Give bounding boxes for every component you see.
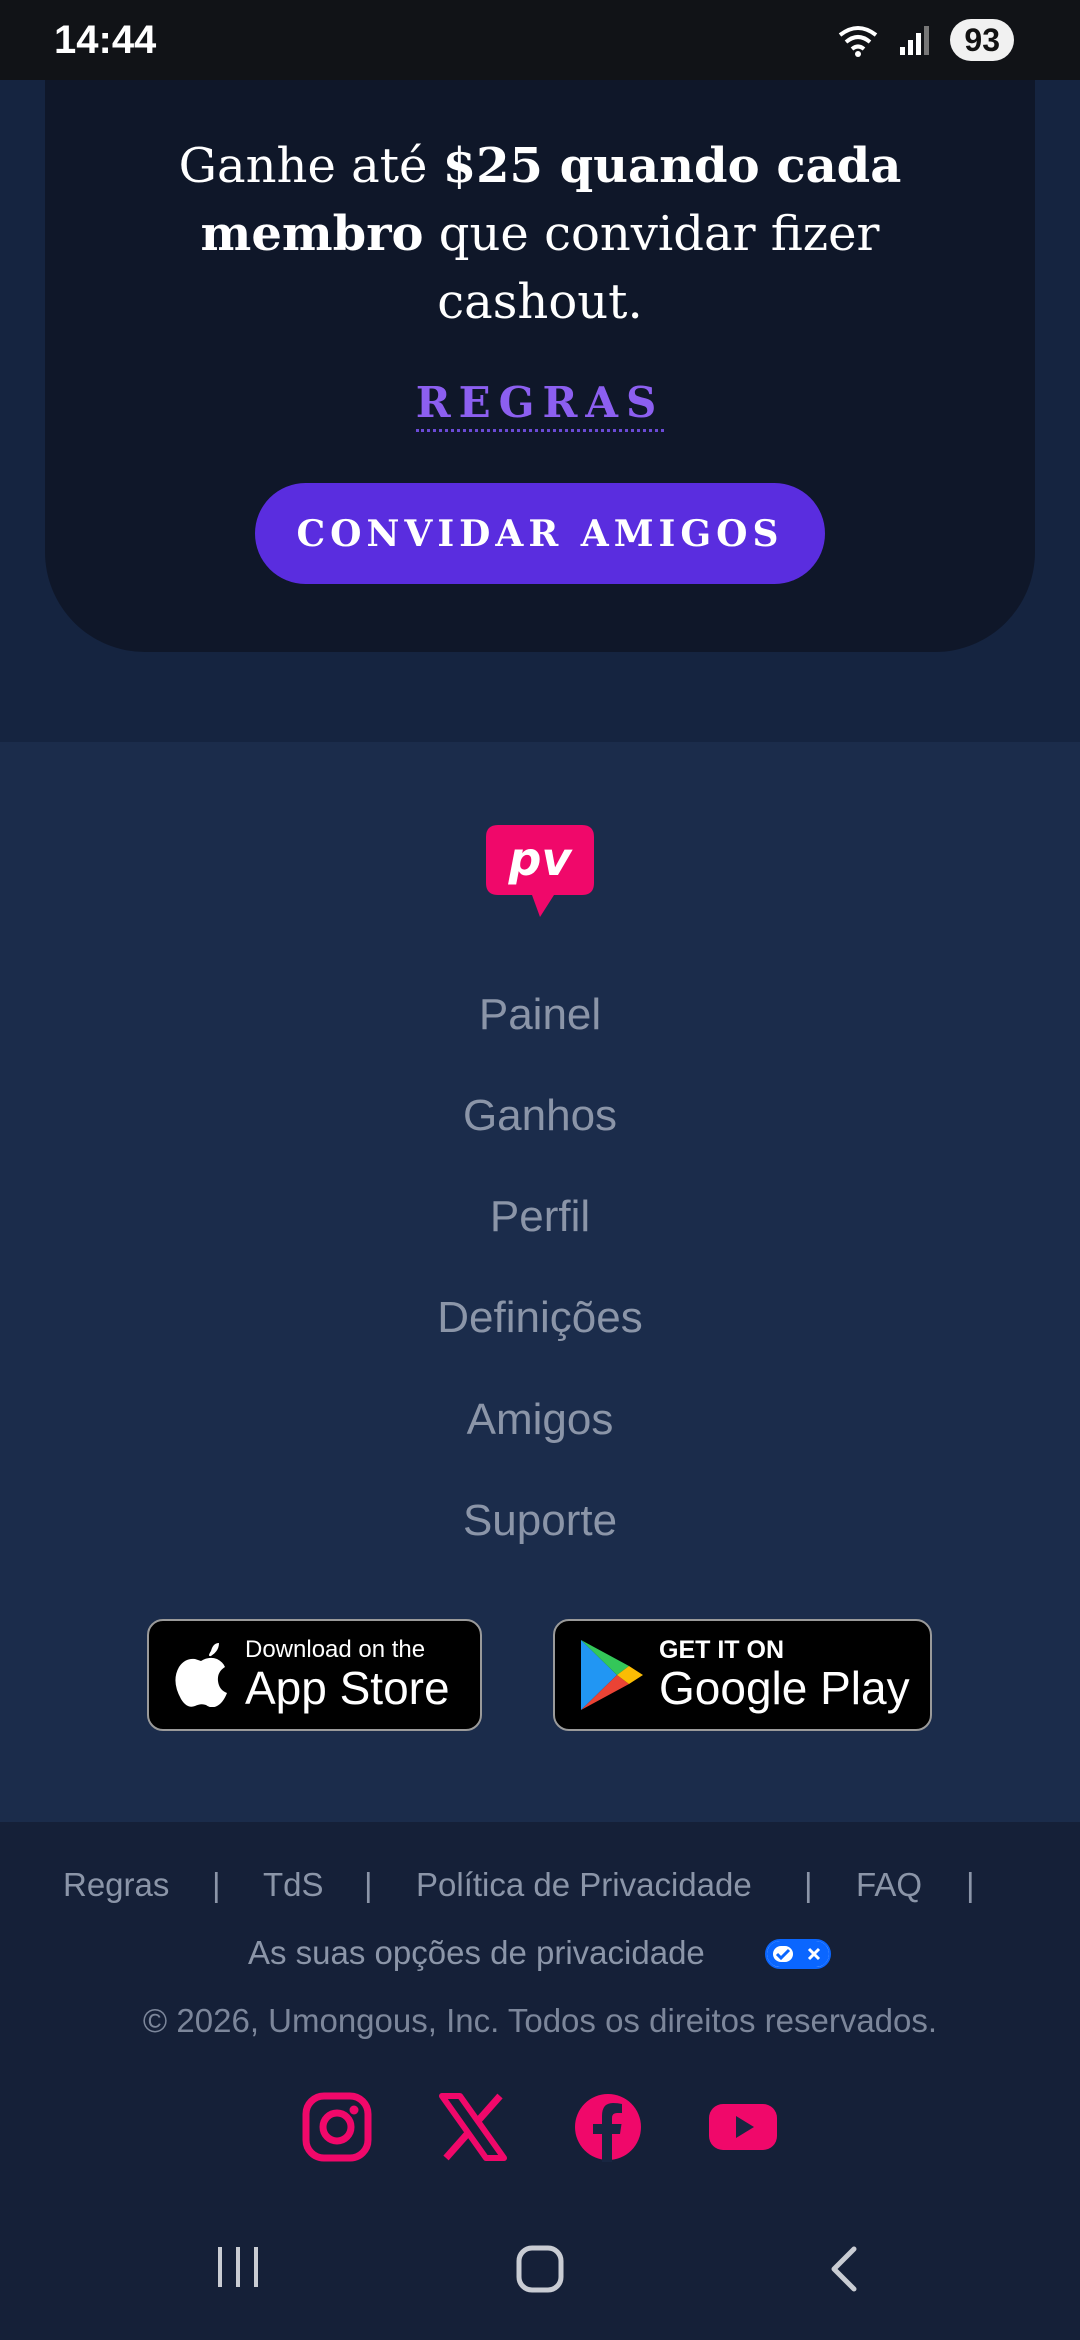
- google-play-small-text: GET IT ON: [659, 1636, 784, 1664]
- footer-nav-perfil[interactable]: Perfil: [0, 1192, 1080, 1242]
- app-store-text: Download on the App Store: [245, 1636, 450, 1714]
- app-store-badge[interactable]: Download on the App Store: [147, 1619, 482, 1731]
- google-play-icon: [581, 1640, 643, 1710]
- invite-friends-button[interactable]: CONVIDAR AMIGOS: [255, 483, 825, 584]
- google-play-text: GET IT ON Google Play: [659, 1637, 910, 1713]
- facebook-icon[interactable]: [573, 2092, 643, 2162]
- copyright: © 2026, Umongous, Inc. Todos os direitos…: [142, 2002, 938, 2039]
- svg-text:pv: pv: [508, 832, 574, 886]
- youtube-icon[interactable]: [708, 2092, 778, 2162]
- status-bar: 14:44 93: [0, 0, 1080, 80]
- app-store-big-text: App Store: [245, 1662, 450, 1714]
- footer-nav-amigos[interactable]: Amigos: [0, 1395, 1080, 1445]
- legal-link-privacy-policy[interactable]: Política de Privacidade: [416, 1866, 752, 1904]
- privacy-choices-link[interactable]: As suas opções de privacidade: [248, 1934, 705, 1972]
- footer-nav-definicoes[interactable]: Definições: [0, 1293, 1080, 1343]
- invite-description: Ganhe até $25 quando cada membro que con…: [178, 138, 902, 330]
- app-store-small-text: Download on the: [245, 1636, 426, 1663]
- legal-link-tds[interactable]: TdS: [263, 1866, 324, 1904]
- instagram-icon[interactable]: [302, 2092, 372, 2162]
- cross-icon: [798, 1941, 829, 1967]
- footer-nav-suporte[interactable]: Suporte: [0, 1496, 1080, 1546]
- home-icon[interactable]: [516, 2245, 564, 2293]
- rules-link[interactable]: REGRAS: [415, 378, 665, 432]
- signal-icon: [900, 26, 930, 55]
- footer-nav-painel[interactable]: Painel: [0, 990, 1080, 1040]
- google-play-badge[interactable]: GET IT ON Google Play: [553, 1619, 932, 1731]
- privacy-choices-row: As suas opções de privacidade: [0, 1934, 1080, 1978]
- legal-separator: |: [804, 1866, 813, 1903]
- legal-separator: |: [212, 1866, 221, 1903]
- battery-indicator: 93: [950, 19, 1014, 61]
- legal-link-faq[interactable]: FAQ: [856, 1866, 922, 1904]
- legal-links: Regras | TdS | Política de Privacidade |…: [0, 1866, 1080, 1910]
- wifi-icon: [839, 26, 878, 57]
- page: 14:44 93 Ganhe até $25 quando cada membr…: [0, 0, 1080, 2340]
- rules-link-wrapper: REGRAS: [0, 378, 1080, 432]
- google-play-big-text: Google Play: [659, 1662, 910, 1714]
- recent-apps-icon[interactable]: [214, 2245, 262, 2289]
- legal-separator: |: [364, 1866, 373, 1903]
- privacy-choices-toggle[interactable]: [765, 1939, 831, 1969]
- apple-icon: [175, 1643, 227, 1707]
- x-icon[interactable]: [438, 2092, 508, 2162]
- legal-separator: |: [966, 1866, 975, 1903]
- footer-nav-ganhos[interactable]: Ganhos: [0, 1091, 1080, 1141]
- check-icon: [767, 1941, 798, 1967]
- status-time: 14:44: [54, 17, 157, 62]
- legal-link-regras[interactable]: Regras: [63, 1866, 169, 1904]
- status-icons: 93: [836, 19, 1014, 61]
- back-icon[interactable]: [826, 2245, 862, 2293]
- brand-logo[interactable]: pv: [484, 823, 596, 919]
